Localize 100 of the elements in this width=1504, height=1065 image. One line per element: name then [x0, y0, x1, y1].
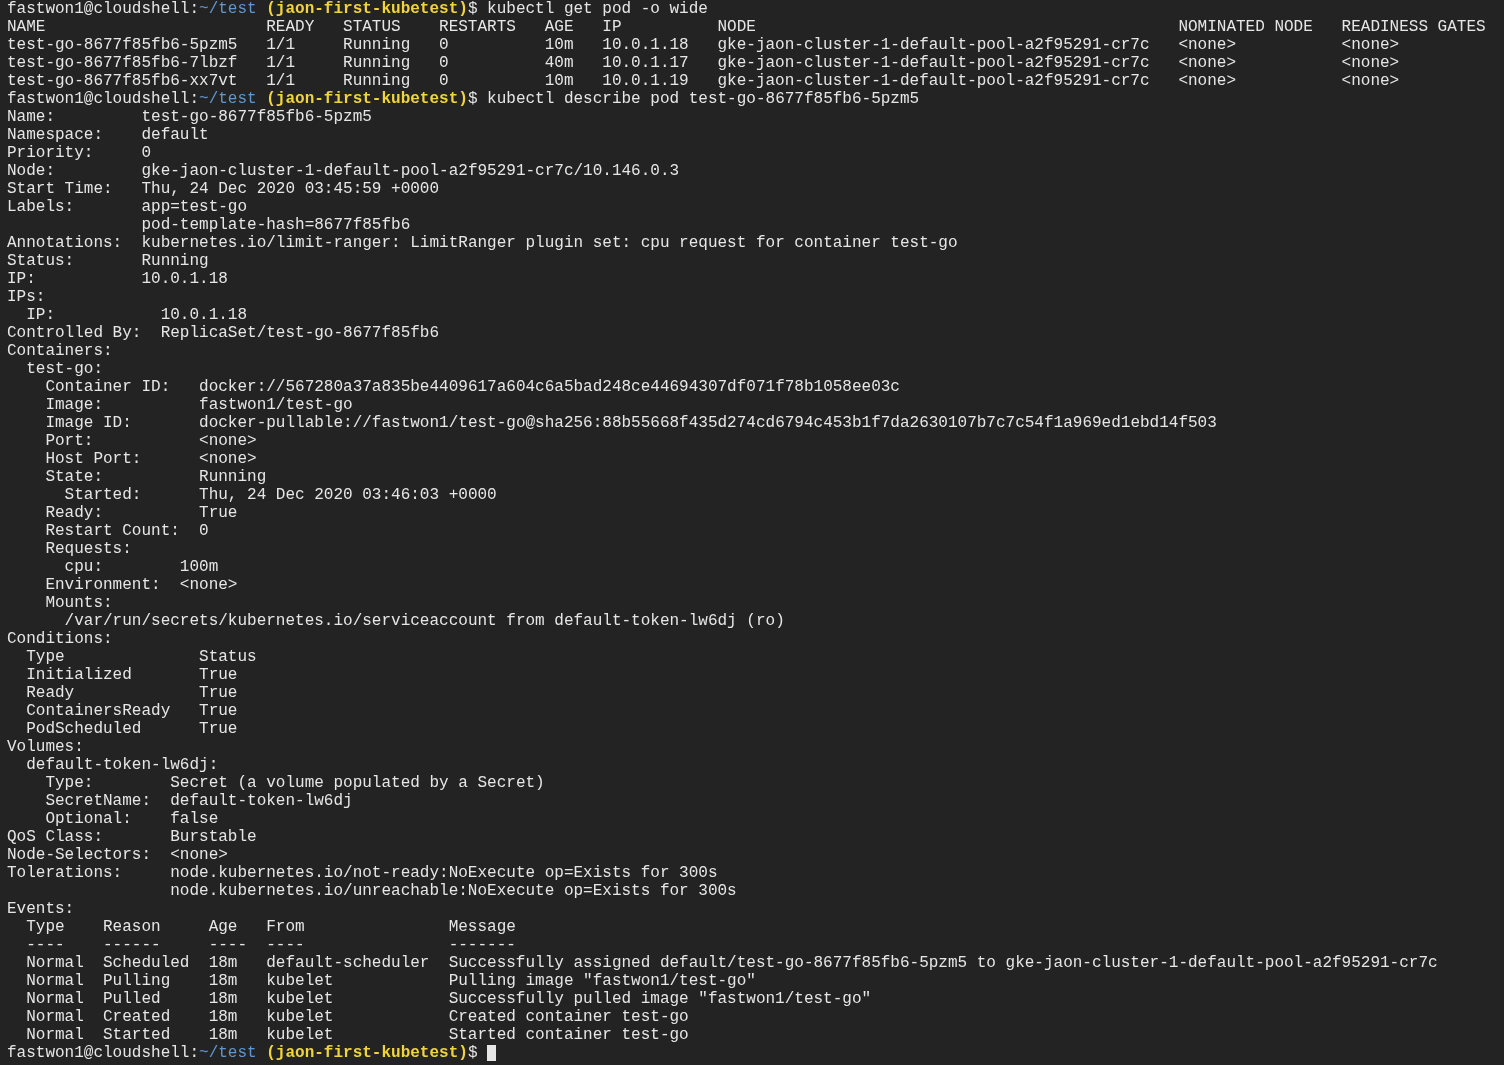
field-value: Burstable [170, 828, 257, 846]
field-label: State: [45, 468, 103, 486]
table-header: READINESS GATES [1341, 18, 1486, 36]
prompt-symbol: $ [467, 0, 478, 18]
table-cell: Normal [26, 954, 84, 972]
field-label: Tolerations: [7, 864, 123, 882]
field-label: Name: [7, 108, 55, 126]
field-value: docker://567280a37a835be4409617a604c6a5bad248ce44694307df071f78b1058ee03c [199, 378, 900, 396]
field-label: Status: [7, 252, 75, 270]
field-value: True [199, 504, 238, 522]
table-cell: Ready [26, 684, 75, 702]
section-label: test-go: [26, 360, 103, 378]
field-label: QoS Class: [7, 828, 103, 846]
field-label: Host Port: [45, 450, 142, 468]
field-label: Environment: [45, 576, 161, 594]
table-cell: gke-jaon-cluster-1-default-pool-a2f95291-cr7c [717, 36, 1150, 54]
table-cell: 10.0.1.19 [602, 72, 689, 90]
table-header: AGE [544, 18, 574, 36]
table-cell: True [199, 702, 238, 720]
table-cell: Normal [26, 972, 84, 990]
field-value: fastwon1/test-go [199, 396, 353, 414]
prompt-path: ~/test [199, 0, 257, 18]
table-cell: True [199, 666, 238, 684]
table-cell: 10m [544, 72, 574, 90]
table-header: Age [208, 918, 238, 936]
prompt-project: (jaon-first-kubetest) [266, 1044, 468, 1062]
field-label: Port: [45, 432, 94, 450]
table-cell: ---- [26, 936, 65, 954]
table-cell: Running [343, 54, 411, 72]
field-value: <none> [199, 450, 257, 468]
table-cell: 18m [208, 972, 238, 990]
field-value: gke-jaon-cluster-1-default-pool-a2f95291-cr7c/10.146.0.3 [141, 162, 680, 180]
table-header: READY [266, 18, 315, 36]
field-value: Secret (a volume populated by a Secret) [170, 774, 545, 792]
table-header: IP [602, 18, 622, 36]
section-label: Volumes: [7, 738, 84, 756]
table-cell: kubelet [266, 1008, 334, 1026]
prompt-path: ~/test [199, 90, 257, 108]
field-value: 0 [199, 522, 209, 540]
section-label: Conditions: [7, 630, 113, 648]
table-cell: PodScheduled [26, 720, 142, 738]
table-cell: 10.0.1.18 [602, 36, 689, 54]
table-header: RESTARTS [439, 18, 516, 36]
prompt-user: fastwon1@cloudshell: [7, 1044, 200, 1062]
field-label: Node: [7, 162, 55, 180]
field-label: Annotations: [7, 234, 123, 252]
field-value: default [141, 126, 209, 144]
field-label: Start Time: [7, 180, 113, 198]
table-cell: ------- [448, 936, 516, 954]
field-label: Image ID: [45, 414, 132, 432]
section-label: default-token-lw6dj: [26, 756, 219, 774]
prompt-project: (jaon-first-kubetest) [266, 90, 468, 108]
field-value: Running [199, 468, 267, 486]
table-header: Status [199, 648, 257, 666]
table-cell: <none> [1178, 36, 1236, 54]
field-label: Optional: [45, 810, 132, 828]
text-line: /var/run/secrets/kubernetes.io/serviceaccount from default-token-lw6dj (ro) [64, 612, 785, 630]
table-cell: ------ [103, 936, 161, 954]
section-label: Mounts: [45, 594, 113, 612]
table-cell: Initialized [26, 666, 132, 684]
table-cell: 10.0.1.17 [602, 54, 689, 72]
field-value: 10.0.1.18 [141, 270, 228, 288]
field-label: IP: [7, 270, 36, 288]
field-label: Labels: [7, 198, 75, 216]
table-cell: Started container test-go [448, 1026, 689, 1044]
table-cell: ContainersReady [26, 702, 171, 720]
table-cell: kubelet [266, 972, 334, 990]
field-label: cpu: [64, 558, 103, 576]
table-cell: Normal [26, 990, 84, 1008]
field-label: Ready: [45, 504, 103, 522]
field-value: kubernetes.io/limit-ranger: LimitRanger plugin set: cpu request for container test-go [141, 234, 958, 252]
table-cell: test-go-8677f85fb6-5pzm5 [7, 36, 238, 54]
table-cell: True [199, 720, 238, 738]
table-cell: ---- [266, 936, 305, 954]
field-value: Thu, 24 Dec 2020 03:46:03 +0000 [199, 486, 497, 504]
field-value: <none> [199, 432, 257, 450]
field-value: node.kubernetes.io/not-ready:NoExecute op=Exists for 300s [170, 864, 718, 882]
prompt-project: (jaon-first-kubetest) [266, 0, 468, 18]
field-value: 100m [179, 558, 219, 576]
field-label: Image: [45, 396, 103, 414]
table-cell: Started [103, 1026, 171, 1044]
field-value: ReplicaSet/test-go-8677f85fb6 [160, 324, 440, 342]
field-value: Thu, 24 Dec 2020 03:45:59 +0000 [141, 180, 440, 198]
table-cell: Pulling image "fastwon1/test-go" [448, 972, 756, 990]
field-value: 0 [141, 144, 152, 162]
table-cell: 1/1 [266, 36, 296, 54]
table-cell: <none> [1341, 54, 1400, 72]
table-cell: 40m [544, 54, 574, 72]
table-cell: 1/1 [266, 54, 296, 72]
table-cell: test-go-8677f85fb6-xx7vt [7, 72, 238, 90]
table-cell: 0 [439, 36, 449, 54]
table-header: NOMINATED NODE [1178, 18, 1313, 36]
prompt-symbol: $ [467, 1044, 478, 1062]
field-label: SecretName: [45, 792, 152, 810]
table-cell: Pulling [103, 972, 171, 990]
prompt-symbol: $ [467, 90, 478, 108]
section-label: IPs: [7, 288, 46, 306]
field-label: Node-Selectors: [7, 846, 152, 864]
table-header: Reason [103, 918, 161, 936]
field-value: <none> [170, 846, 228, 864]
